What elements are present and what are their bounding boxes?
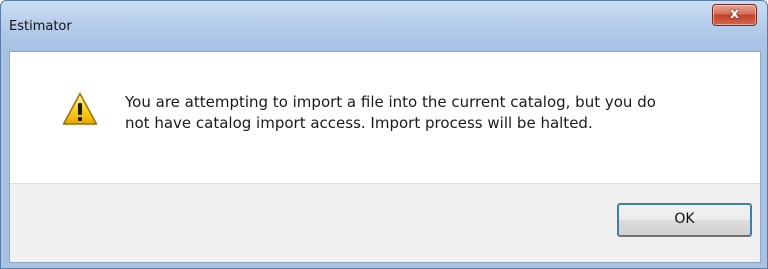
dialog-window: Estimator x You are attempting to import… [0,0,768,269]
ok-button[interactable]: OK [617,203,752,237]
message-text: You are attempting to import a file into… [125,93,656,132]
close-button[interactable]: x [712,4,757,26]
button-bar: OK [10,183,760,262]
window-title: Estimator [9,19,72,34]
title-bar[interactable]: Estimator x [1,1,767,51]
warning-icon [62,92,98,125]
dialog-body: You are attempting to import a file into… [9,51,761,263]
message-area: You are attempting to import a file into… [10,52,760,183]
close-icon: x [729,6,740,22]
